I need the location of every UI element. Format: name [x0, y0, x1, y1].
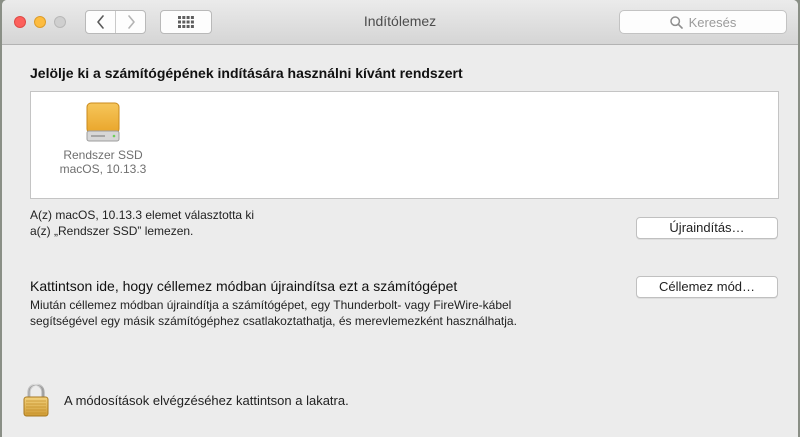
title-bar: Indítólemez Keresés: [2, 0, 798, 45]
startup-disk-heading: Jelölje ki a számítógépének indítására h…: [30, 65, 463, 81]
selected-line-2: a(z) „Rendszer SSD” lemezen.: [30, 224, 194, 238]
target-mode-description: Miután céllemez módban újraindítja a szá…: [30, 297, 610, 329]
internal-drive-icon: [86, 102, 120, 142]
search-field[interactable]: Keresés: [619, 10, 787, 34]
disk-os-version: macOS, 10.13.3: [59, 162, 147, 176]
target-disk-mode-button[interactable]: Céllemez mód…: [636, 276, 778, 298]
padlock-icon[interactable]: [22, 383, 50, 417]
disk-item-rendszer-ssd[interactable]: Rendszer SSD macOS, 10.13.3: [48, 102, 158, 176]
search-placeholder: Keresés: [688, 14, 737, 30]
selected-system-description: A(z) macOS, 10.13.3 elemet választotta k…: [30, 207, 254, 239]
disk-name: Rendszer SSD: [63, 148, 143, 162]
target-desc-line-2: segítségével egy másik számítógéphez csa…: [30, 314, 517, 328]
disk-list: Rendszer SSD macOS, 10.13.3: [30, 91, 779, 199]
lock-area: A módosítások elvégzéséhez kattintson a …: [22, 383, 349, 417]
preferences-window: Indítólemez Keresés Jelölje ki a számító…: [2, 0, 798, 437]
target-mode-title: Kattintson ide, hogy céllemez módban újr…: [30, 278, 458, 294]
magnifier-icon: [669, 15, 683, 29]
lock-message: A módosítások elvégzéséhez kattintson a …: [64, 392, 349, 408]
target-desc-line-1: Miután céllemez módban újraindítja a szá…: [30, 298, 512, 312]
selected-line-1: A(z) macOS, 10.13.3 elemet választotta k…: [30, 208, 255, 222]
restart-button[interactable]: Újraindítás…: [636, 217, 778, 239]
